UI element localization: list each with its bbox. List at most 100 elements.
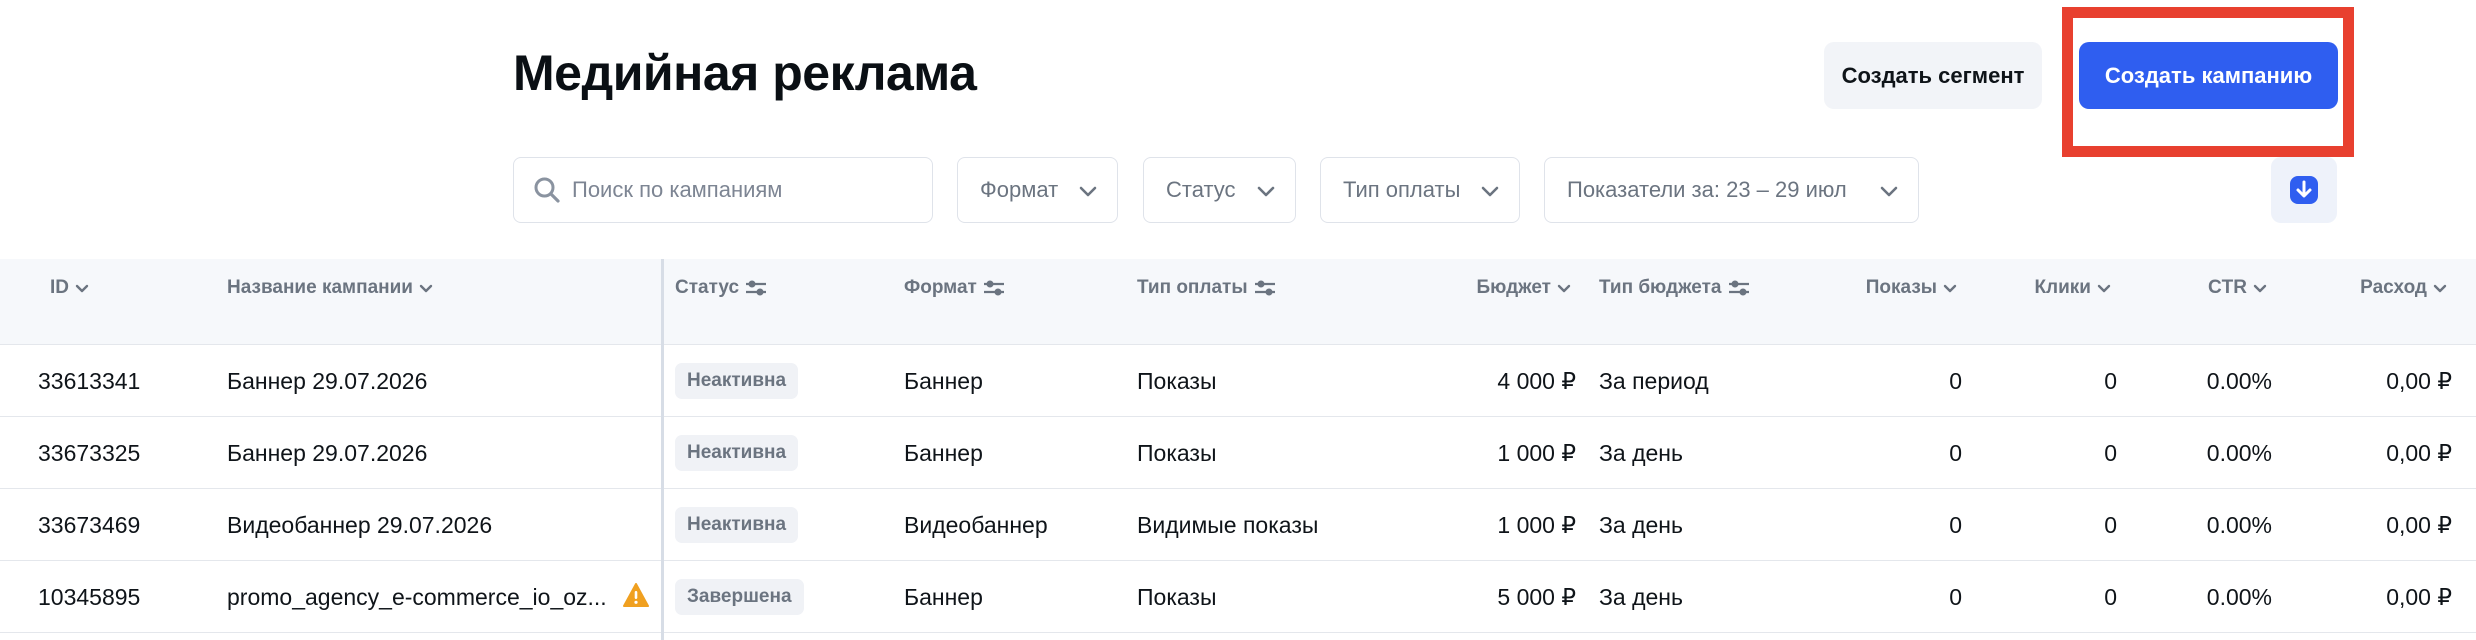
cell-spend: 0,00 ₽ [2300, 489, 2452, 561]
table-row[interactable]: 33673469 Видеобаннер 29.07.2026 Неактивна В… [0, 489, 2476, 561]
column-header-id[interactable]: ID [50, 277, 90, 299]
cell-text: 10345895 [38, 583, 141, 610]
filter-sliders-icon [1254, 280, 1275, 296]
payment-type-filter-label: Тип оплаты [1343, 177, 1461, 202]
cell-impressions: 0 [1820, 489, 1962, 561]
cell-ctr: 0.00% [2150, 417, 2272, 489]
status-badge: Неактивна [675, 507, 799, 543]
cell-payment: Видимые показы [1137, 489, 1397, 561]
cell-impressions: 0 [1820, 417, 1962, 489]
table-row[interactable]: 33673325 Баннер 29.07.2026 Неактивна Баннер… [0, 417, 2476, 489]
column-header-label: Название кампании [227, 277, 413, 298]
cell-text: 0 [1949, 583, 1962, 610]
sort-chevron-icon [2433, 284, 2447, 293]
payment-type-filter-dropdown[interactable]: Тип оплаты [1320, 157, 1520, 223]
search-field[interactable] [513, 157, 933, 223]
cell-text: За день [1599, 583, 1683, 610]
cell-text: 0 [2104, 439, 2117, 466]
cell-payment: Показы [1137, 417, 1397, 489]
sort-chevron-icon [75, 284, 89, 293]
column-header-status[interactable]: Статус [675, 277, 768, 299]
column-header-name[interactable]: Название кампании [227, 277, 434, 299]
search-input[interactable] [572, 177, 912, 203]
cell-text: Видеобаннер 29.07.2026 [227, 511, 493, 538]
period-filter-label: Показатели за: 23 – 29 июл [1567, 177, 1847, 202]
cell-impressions: 0 [1820, 345, 1962, 417]
cell-name[interactable]: Видеобаннер 29.07.2026 [227, 489, 607, 561]
column-header-payment[interactable]: Тип оплаты [1137, 277, 1277, 299]
cell-text: 1 000 ₽ [1497, 439, 1576, 466]
cell-status: Неактивна [675, 489, 875, 561]
cell-name[interactable]: Баннер 29.07.2026 [227, 417, 607, 489]
cell-format: Баннер [904, 561, 1104, 633]
format-filter-dropdown[interactable]: Формат [957, 157, 1118, 223]
column-header-budget-type[interactable]: Тип бюджета [1599, 277, 1751, 299]
cell-impressions: 0 [1820, 561, 1962, 633]
cell-text: За период [1599, 367, 1709, 394]
cell-name[interactable]: Баннер 29.07.2026 [227, 345, 607, 417]
filter-sliders-icon [746, 280, 767, 296]
cell-text: 0,00 ₽ [2386, 367, 2452, 394]
cell-clicks: 0 [1990, 561, 2117, 633]
column-header-label: Тип бюджета [1599, 277, 1722, 298]
status-filter-dropdown[interactable]: Статус [1143, 157, 1296, 223]
cell-text: 33673325 [38, 439, 141, 466]
cell-format: Баннер [904, 417, 1104, 489]
cell-text: Видимые показы [1137, 511, 1319, 538]
status-badge: Неактивна [675, 363, 799, 399]
table-row[interactable]: 33613341 Баннер 29.07.2026 Неактивна Баннер… [0, 345, 2476, 417]
column-header-label: Клики [2034, 277, 2091, 298]
cell-spend: 0,00 ₽ [2300, 345, 2452, 417]
period-filter-dropdown[interactable]: Показатели за: 23 – 29 июл [1544, 157, 1919, 223]
cell-text: Баннер [904, 583, 983, 610]
download-button[interactable] [2271, 157, 2337, 223]
cell-text: Баннер [904, 367, 983, 394]
chevron-down-icon [1880, 186, 1898, 197]
warning-icon[interactable] [623, 583, 649, 607]
cell-format: Видеобаннер [904, 489, 1104, 561]
cell-text: 0.00% [2206, 367, 2272, 394]
cell-id: 10345895 [38, 561, 188, 633]
table-row[interactable]: 10345895 promo_agency_e-commerce_io_oz...… [0, 561, 2476, 633]
chevron-down-icon [1481, 186, 1499, 197]
cell-text: 0 [1949, 511, 1962, 538]
cell-payment: Показы [1137, 345, 1397, 417]
cell-name[interactable]: promo_agency_e-commerce_io_oz... [227, 561, 607, 633]
column-header-spend[interactable]: Расход [2300, 277, 2448, 299]
column-header-label: Бюджет [1476, 277, 1551, 298]
cell-clicks: 0 [1990, 345, 2117, 417]
create-segment-button[interactable]: Создать сегмент [1824, 42, 2042, 109]
sort-chevron-icon [1943, 284, 1957, 293]
cell-text: 0 [2104, 367, 2117, 394]
column-header-label: Тип оплаты [1137, 277, 1248, 298]
cell-id: 33673325 [38, 417, 188, 489]
status-badge: Неактивна [675, 435, 799, 471]
search-icon [534, 177, 560, 203]
cell-clicks: 0 [1990, 417, 2117, 489]
format-filter-label: Формат [980, 177, 1059, 202]
cell-format: Баннер [904, 345, 1104, 417]
column-header-clicks[interactable]: Клики [1990, 277, 2112, 299]
cell-text: 33673469 [38, 511, 141, 538]
column-header-format[interactable]: Формат [904, 277, 1006, 299]
sort-chevron-icon [419, 284, 433, 293]
status-filter-label: Статус [1166, 177, 1236, 202]
cell-text: promo_agency_e-commerce_io_oz... [227, 583, 607, 610]
filter-sliders-icon [983, 280, 1004, 296]
column-header-ctr[interactable]: CTR [2150, 277, 2268, 299]
sort-chevron-icon [2253, 284, 2267, 293]
cell-spend: 0,00 ₽ [2300, 561, 2452, 633]
cell-status: Неактивна [675, 345, 875, 417]
cell-budget: 1 000 ₽ [1400, 417, 1576, 489]
status-badge: Завершена [675, 579, 804, 615]
column-header-budget[interactable]: Бюджет [1440, 277, 1572, 299]
cell-clicks: 0 [1990, 489, 2117, 561]
cell-budget: 1 000 ₽ [1400, 489, 1576, 561]
cell-text: За день [1599, 511, 1683, 538]
column-divider [661, 259, 664, 640]
column-header-label: CTR [2207, 277, 2247, 298]
filter-sliders-icon [1728, 280, 1749, 296]
column-header-impressions[interactable]: Показы [1820, 277, 1958, 299]
cell-id: 33613341 [38, 345, 188, 417]
column-header-label: Расход [2360, 277, 2427, 298]
